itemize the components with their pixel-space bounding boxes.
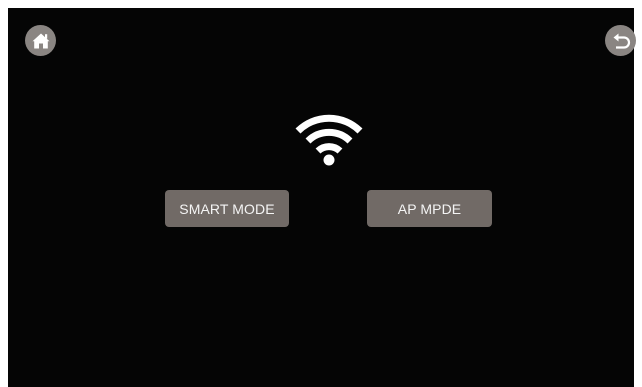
back-button[interactable] [605,25,636,56]
ap-mode-label: AP MPDE [397,200,462,217]
wifi-icon [294,112,364,170]
smart-mode-label: SMART MODE [179,200,275,217]
device-screen: SMART MODE AP MPDE [8,8,636,387]
back-arrow-icon [611,32,631,50]
smart-mode-button[interactable]: SMART MODE [165,190,289,227]
home-button[interactable] [25,25,56,56]
ap-mode-button[interactable]: AP MPDE [367,190,492,227]
home-icon [31,32,51,50]
